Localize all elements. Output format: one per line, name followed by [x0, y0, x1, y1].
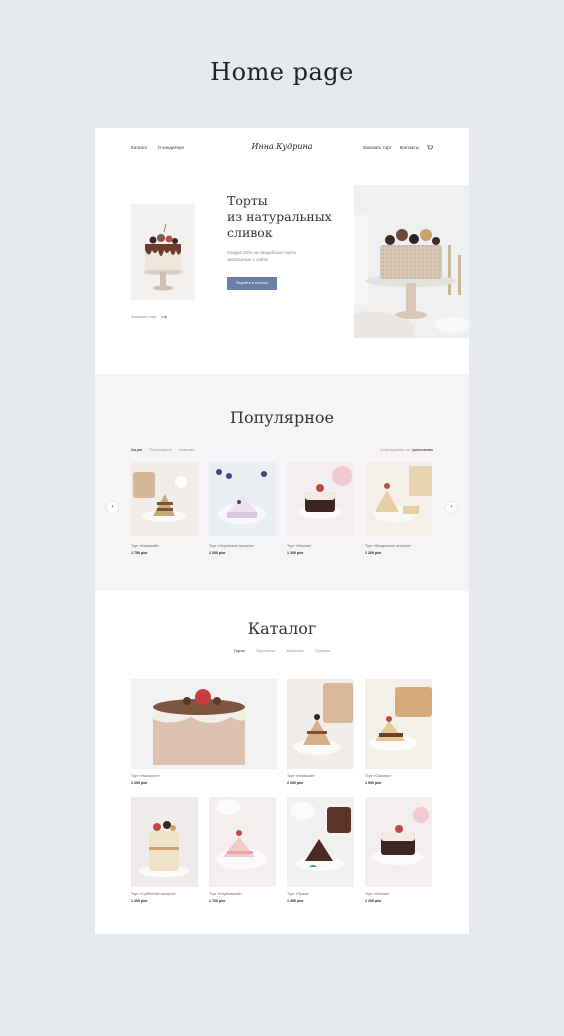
- chevron-right-icon: ›: [450, 504, 453, 510]
- hero-order-link[interactable]: Заказать торт: [131, 314, 167, 319]
- popular-section: Популярное Акции Популярное Новинки Сорт…: [95, 374, 469, 591]
- product-name: Торт «Прага»: [287, 892, 310, 896]
- product-image: [131, 462, 198, 536]
- product-name: Торт «Ночник»: [287, 544, 312, 548]
- sort-label: Сортировать по:: [380, 447, 412, 452]
- product-image: [131, 679, 277, 769]
- home-page-mockup: Каталог О кондитере Инна Кудрина Заказат…: [95, 128, 469, 934]
- product-price: 1 950 р/кг: [365, 781, 382, 785]
- product-name: Торт «Киевский»: [287, 774, 315, 778]
- popular-title: Популярное: [230, 408, 334, 427]
- catalog-tabs: Торты Пирожные Капкейки Пряники: [95, 648, 469, 653]
- product-name: Торт «Субботнее ассорти»: [131, 892, 176, 896]
- tab-cupcakes[interactable]: Капкейки: [287, 648, 304, 653]
- hero-order-label: Заказать торт: [131, 314, 157, 319]
- slider-prev-button[interactable]: ‹: [107, 502, 118, 513]
- hero-title-line-2: из натуральных: [227, 209, 332, 224]
- product-price: 1 200 р/кг: [287, 551, 304, 555]
- hero-title-line-1: Торты: [227, 193, 268, 208]
- product-image: [131, 797, 198, 887]
- product-price: 1 200 р/кг: [131, 781, 148, 785]
- hero-cake-image: [131, 204, 195, 300]
- hero-large-cake-image: [354, 185, 469, 338]
- product-price: 1 750 р/кг: [131, 551, 148, 555]
- catalog-card[interactable]: Торт «Клубничный» 1 700 р/кг: [209, 797, 276, 903]
- product-name: Торт «Ночник»: [365, 892, 390, 896]
- product-card[interactable]: Торт «Воскресное ассорти» 1 200 р/кг: [365, 462, 432, 555]
- product-image: [209, 462, 276, 536]
- catalog-card[interactable]: Торт «Наполеон» 1 200 р/кг: [131, 679, 277, 785]
- nav-about-link[interactable]: О кондитере: [158, 145, 184, 150]
- product-price: 1 700 р/кг: [209, 899, 226, 903]
- nav-catalog-link[interactable]: Каталог: [131, 145, 147, 150]
- product-image: [287, 797, 354, 887]
- catalog-card[interactable]: Торт «Ночник» 1 200 р/кг: [365, 797, 432, 903]
- nav-order-link[interactable]: Заказать торт: [363, 145, 392, 150]
- product-price: 1 200 р/кг: [365, 899, 382, 903]
- sort-control[interactable]: Сортировать по: умолчанию: [381, 447, 433, 452]
- tab-new[interactable]: Новинки: [179, 447, 195, 452]
- product-image: [365, 462, 432, 536]
- product-name: Торт «Наполеон»: [131, 774, 161, 778]
- product-card[interactable]: Торт «Черничное ассорти» 1 200 р/кг: [209, 462, 276, 555]
- cart-icon[interactable]: [427, 145, 433, 150]
- tab-pastries[interactable]: Пирожные: [256, 648, 276, 653]
- product-image: [287, 679, 354, 769]
- product-price: 2 200 р/кг: [287, 781, 304, 785]
- hero-subtitle: Скидка 20% на свадебные торты заказанные…: [227, 250, 297, 262]
- product-price: 1 200 р/кг: [209, 551, 226, 555]
- product-card[interactable]: Торт «Киевский» 1 750 р/кг: [131, 462, 198, 555]
- catalog-card[interactable]: Торт «Прага» 1 450 р/кг: [287, 797, 354, 903]
- hero-text-block: Торты из натуральных сливок Скидка 20% н…: [227, 193, 347, 290]
- go-to-catalog-button[interactable]: Перейти в каталог: [227, 277, 277, 290]
- chevron-left-icon: ‹: [111, 504, 114, 510]
- popular-tabs: Акции Популярное Новинки: [131, 447, 201, 452]
- product-name: Торт «Киевский»: [131, 544, 159, 548]
- slider-next-button[interactable]: ›: [446, 502, 457, 513]
- nav-contacts-link[interactable]: Контакты: [400, 145, 419, 150]
- product-name: Торт «Клубничный»: [209, 892, 242, 896]
- header-nav: Каталог О кондитере Инна Кудрина Заказат…: [131, 142, 433, 155]
- tab-gingerbread[interactable]: Пряники: [315, 648, 331, 653]
- product-image: [287, 462, 354, 536]
- tab-cakes[interactable]: Торты: [234, 648, 245, 653]
- sort-value: умолчанию: [412, 447, 433, 452]
- product-image: [365, 797, 432, 887]
- product-price: 1 200 р/кг: [365, 551, 382, 555]
- hero-title: Торты из натуральных сливок: [227, 193, 347, 241]
- product-image: [209, 797, 276, 887]
- catalog-card[interactable]: Торт «Сникерс» 1 950 р/кг: [365, 679, 432, 785]
- product-name: Торт «Сникерс»: [365, 774, 392, 778]
- product-price: 1 450 р/кг: [287, 899, 304, 903]
- logo[interactable]: Инна Кудрина: [251, 142, 312, 151]
- hero-title-line-3: сливок: [227, 225, 273, 240]
- product-price: 1 200 р/кг: [131, 899, 148, 903]
- product-name: Торт «Воскресное ассорти»: [365, 544, 412, 548]
- arrow-right-icon: [160, 314, 167, 319]
- product-image: [365, 679, 432, 769]
- presentation-title: Home page: [210, 58, 354, 86]
- catalog-card[interactable]: Торт «Киевский» 2 200 р/кг: [287, 679, 354, 785]
- catalog-card[interactable]: Торт «Субботнее ассорти» 1 200 р/кг: [131, 797, 198, 903]
- product-card[interactable]: Торт «Ночник» 1 200 р/кг: [287, 462, 354, 555]
- product-name: Торт «Черничное ассорти»: [209, 544, 254, 548]
- catalog-title: Каталог: [247, 619, 317, 638]
- tab-popular[interactable]: Популярное: [149, 447, 172, 452]
- tab-promo[interactable]: Акции: [131, 447, 142, 452]
